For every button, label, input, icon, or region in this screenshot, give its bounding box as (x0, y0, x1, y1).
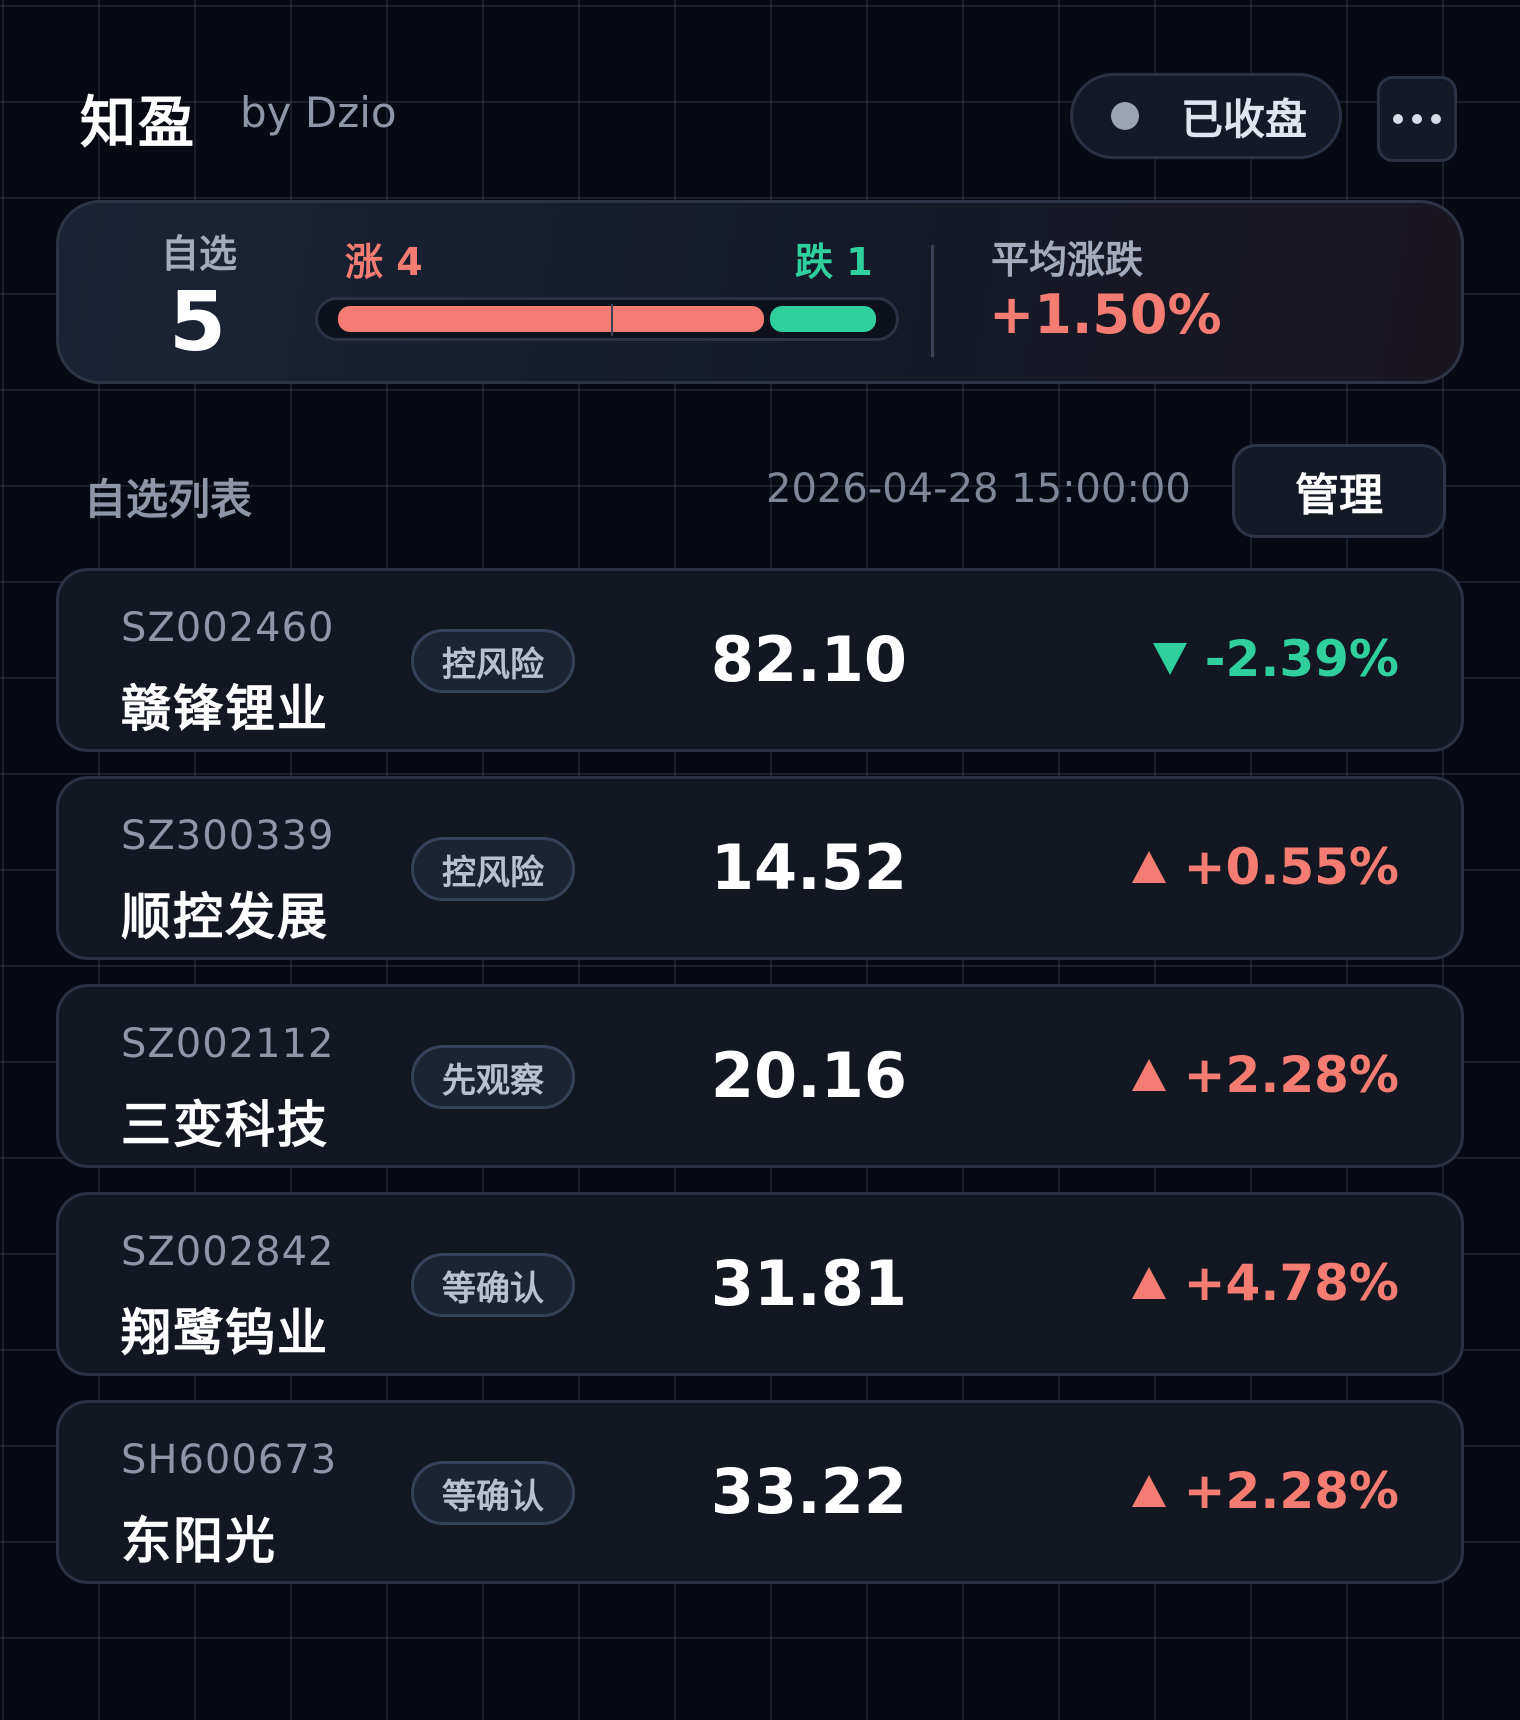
stock-row[interactable]: SZ002842 翔鹭钨业 等确认 31.81 +4.78% (56, 1192, 1464, 1376)
stock-strategy-tag: 等确认 (411, 1461, 575, 1525)
stock-change: +4.78% (1131, 1251, 1399, 1315)
up-down-ratio-bar (315, 297, 899, 341)
stock-change: -2.39% (1152, 627, 1399, 691)
stock-code: SZ002842 (121, 1229, 335, 1275)
ratio-bar-down-segment (769, 306, 876, 332)
more-dots-icon (1431, 114, 1441, 124)
stock-code: SZ002112 (121, 1021, 335, 1067)
up-count-label: 涨 4 (345, 240, 423, 284)
stock-row[interactable]: SH600673 东阳光 等确认 33.22 +2.28% (56, 1400, 1464, 1584)
stock-row[interactable]: SZ002460 赣锋锂业 控风险 82.10 -2.39% (56, 568, 1464, 752)
ratio-bar-up-segment (338, 306, 764, 332)
down-count-label: 跌 1 (795, 240, 873, 284)
stock-change-value: -2.39% (1204, 630, 1399, 688)
stock-code: SZ002460 (121, 605, 335, 651)
stock-name: 顺控发展 (121, 888, 329, 946)
stock-price: 20.16 (710, 1039, 907, 1112)
more-dots-icon (1412, 114, 1422, 124)
watchlist-timestamp: 2026-04-28 15:00:00 (766, 466, 1191, 512)
manage-button[interactable]: 管理 (1232, 444, 1446, 538)
stock-price: 31.81 (710, 1247, 907, 1320)
ratio-bar-midpoint (611, 304, 613, 336)
status-dot-icon (1111, 102, 1139, 130)
watchlist-summary-card: 自选 5 涨 4 跌 1 平均涨跌 +1.50% (56, 200, 1464, 384)
stock-change-value: +0.55% (1183, 838, 1399, 896)
stock-name: 东阳光 (121, 1512, 277, 1570)
stock-change: +2.28% (1131, 1043, 1399, 1107)
stock-row[interactable]: SZ300339 顺控发展 控风险 14.52 +0.55% (56, 776, 1464, 960)
stock-strategy-tag: 控风险 (411, 629, 575, 693)
stock-code: SZ300339 (121, 813, 335, 859)
summary-divider (931, 245, 934, 357)
more-dots-icon (1393, 114, 1403, 124)
stock-strategy-tag: 控风险 (411, 837, 575, 901)
stock-change-value: +2.28% (1183, 1046, 1399, 1104)
trend-arrow-icon (1131, 1059, 1166, 1091)
avg-change-value: +1.50% (989, 283, 1222, 346)
watchlist-label: 自选 (161, 232, 238, 276)
stock-name: 三变科技 (121, 1096, 329, 1154)
stock-price: 33.22 (710, 1455, 907, 1528)
stock-name: 翔鹭钨业 (121, 1304, 329, 1362)
watchlist-count: 5 (169, 275, 227, 370)
stock-change-value: +4.78% (1183, 1254, 1399, 1312)
stock-change: +0.55% (1131, 835, 1399, 899)
trend-arrow-icon (1131, 1267, 1166, 1299)
trend-arrow-icon (1131, 1475, 1166, 1507)
stock-change-value: +2.28% (1183, 1462, 1399, 1520)
stock-change: +2.28% (1131, 1459, 1399, 1523)
app-byline: by Dzio (240, 88, 397, 137)
app-title: 知盈 (80, 91, 196, 156)
more-button[interactable] (1377, 76, 1457, 162)
stock-code: SH600673 (121, 1437, 338, 1483)
stock-price: 14.52 (710, 831, 907, 904)
market-status-label: 已收盘 (1181, 94, 1308, 144)
stock-name: 赣锋锂业 (121, 680, 329, 738)
trend-arrow-icon (1152, 643, 1187, 675)
stock-list: SZ002460 赣锋锂业 控风险 82.10 -2.39% SZ300339 … (56, 568, 1464, 1608)
stock-row[interactable]: SZ002112 三变科技 先观察 20.16 +2.28% (56, 984, 1464, 1168)
market-status-pill[interactable]: 已收盘 (1070, 73, 1342, 159)
avg-change-label: 平均涨跌 (991, 238, 1144, 282)
stock-strategy-tag: 等确认 (411, 1253, 575, 1317)
app-root: 知盈 by Dzio 已收盘 自选 5 涨 4 跌 1 平均涨跌 +1.50% … (0, 0, 1520, 1720)
stock-strategy-tag: 先观察 (411, 1045, 575, 1109)
trend-arrow-icon (1131, 851, 1166, 883)
stock-price: 82.10 (710, 623, 907, 696)
watchlist-title: 自选列表 (84, 475, 253, 524)
